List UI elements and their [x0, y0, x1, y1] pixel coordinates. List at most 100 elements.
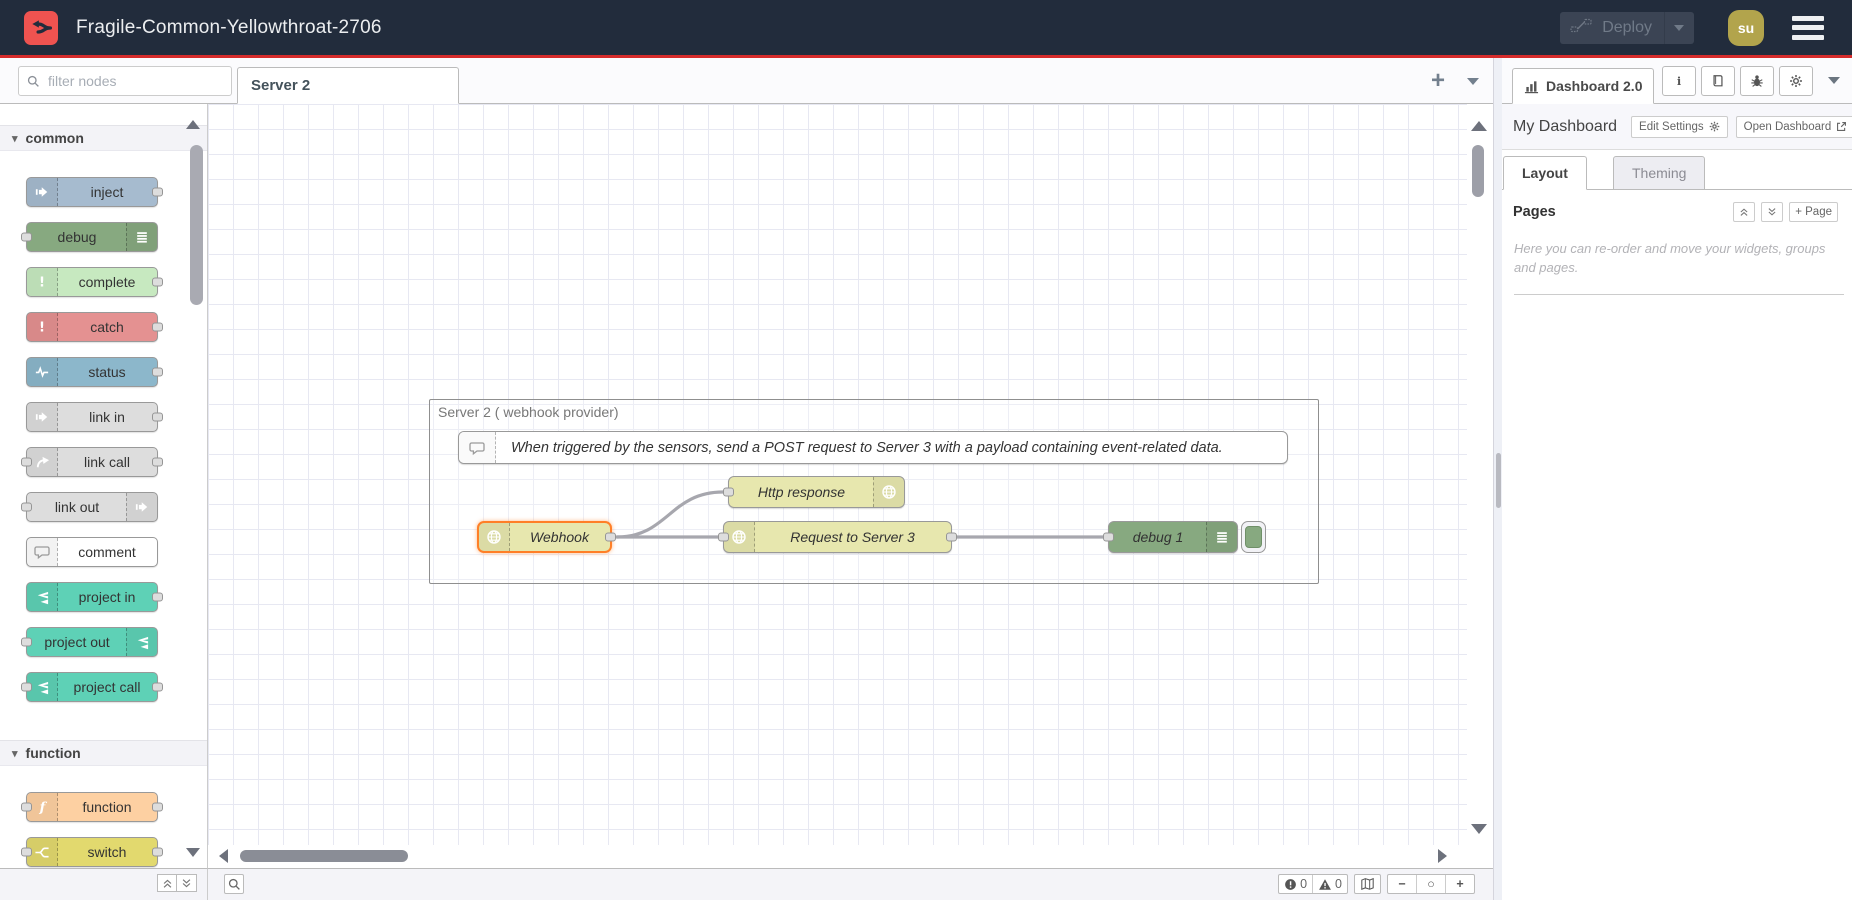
sidebar-tabs-caret-icon[interactable] [1828, 77, 1840, 84]
palette-node-link-call[interactable]: link call [26, 447, 158, 477]
exclam-icon: ! [27, 313, 58, 341]
node-webhook[interactable]: Webhook [477, 521, 612, 553]
info-tab-button[interactable]: i [1662, 66, 1696, 96]
help-tab-button[interactable] [1701, 66, 1735, 96]
project-icon [27, 583, 58, 611]
minimap-button[interactable] [1355, 875, 1380, 893]
node-label: debug 1 [1109, 522, 1207, 552]
palette-node-complete[interactable]: !complete [26, 267, 158, 297]
map-icon [1360, 877, 1375, 891]
input-port[interactable] [718, 533, 729, 542]
palette-node-function[interactable]: ffunction [26, 792, 158, 822]
node-http-response[interactable]: Http response [728, 476, 905, 508]
flow-list-caret-icon[interactable] [1467, 78, 1479, 85]
canvas-scroll-left-arrow[interactable] [219, 849, 228, 863]
add-page-button[interactable]: + Page [1789, 202, 1838, 222]
input-port [21, 683, 32, 692]
input-port [21, 233, 32, 242]
flow-canvas[interactable]: Server 2 ( webhook provider) When trigge… [208, 104, 1467, 845]
output-port [152, 278, 163, 287]
status-icon [27, 358, 58, 386]
debug-tab-button[interactable] [1740, 66, 1774, 96]
book-icon [1711, 74, 1725, 88]
input-port [21, 638, 32, 647]
input-port [21, 803, 32, 812]
palette-expand-all-button[interactable] [177, 874, 197, 892]
palette-scrollbar-thumb[interactable] [190, 145, 203, 305]
config-tab-button[interactable] [1779, 66, 1813, 96]
palette-node-inject[interactable]: inject [26, 177, 158, 207]
pages-section-header: Pages + Page [1502, 198, 1852, 232]
zoom-out-button[interactable]: − [1388, 875, 1416, 893]
palette-category-common[interactable]: ▾common [0, 125, 207, 151]
user-avatar[interactable]: su [1728, 10, 1764, 46]
node-label: Request to Server 3 [754, 522, 951, 552]
gear-icon [1709, 121, 1720, 132]
node-request-to-server-3[interactable]: Request to Server 3 [723, 521, 952, 553]
add-flow-button[interactable]: + [1431, 69, 1445, 93]
sidebar-tab-dashboard[interactable]: Dashboard 2.0 [1512, 68, 1654, 104]
palette-node-link-in[interactable]: link in [26, 402, 158, 432]
error-counter[interactable]: 0 [1279, 875, 1312, 893]
palette-filter-input[interactable] [46, 72, 210, 90]
palette-node-link-out[interactable]: link out [26, 492, 158, 522]
node-debug-1[interactable]: debug 1 [1108, 521, 1238, 553]
link-icon [27, 403, 58, 431]
open-dashboard-button[interactable]: Open Dashboard [1736, 116, 1852, 138]
palette-node-switch[interactable]: switch [26, 837, 158, 867]
move-page-down-button[interactable] [1761, 202, 1783, 222]
palette-category-function[interactable]: ▾function [0, 740, 207, 766]
palette-node-catch[interactable]: !catch [26, 312, 158, 342]
canvas-scroll-right-arrow[interactable] [1438, 849, 1447, 863]
output-port[interactable] [946, 533, 957, 542]
palette-node-comment[interactable]: comment [26, 537, 158, 567]
move-page-up-button[interactable] [1733, 202, 1755, 222]
warning-counter[interactable]: 0 [1312, 875, 1347, 893]
workspace-tab-server-2[interactable]: Server 2 [237, 67, 459, 104]
palette-node-project-out[interactable]: project out [26, 627, 158, 657]
comment-node[interactable]: When triggered by the sensors, send a PO… [458, 431, 1288, 464]
input-port[interactable] [723, 488, 734, 497]
canvas-vscrollbar-thumb[interactable] [1472, 145, 1484, 197]
zoom-reset-button[interactable]: ○ [1416, 875, 1445, 893]
tab-layout[interactable]: Layout [1503, 156, 1587, 190]
zoom-in-button[interactable]: + [1445, 875, 1474, 893]
tab-theming[interactable]: Theming [1613, 156, 1705, 190]
palette-filter[interactable] [18, 66, 232, 96]
canvas-search-button[interactable] [224, 874, 244, 894]
chevron-double-down-icon [1767, 207, 1777, 217]
svg-text:i: i [1677, 74, 1682, 88]
palette-collapse-all-button[interactable] [157, 874, 177, 892]
canvas-hscrollbar-thumb[interactable] [240, 850, 408, 862]
svg-text:!: ! [39, 320, 45, 335]
output-port[interactable] [605, 533, 616, 542]
workspace-tab-bar: Server 2 + [0, 58, 1493, 104]
deploy-button[interactable]: Deploy [1560, 12, 1694, 44]
info-icon: i [1672, 74, 1686, 88]
main-menu-button[interactable] [1792, 16, 1824, 40]
palette-node-project-call[interactable]: project call [26, 672, 158, 702]
canvas-scroll-down-arrow[interactable] [1471, 824, 1487, 834]
input-port [21, 503, 32, 512]
palette-scroll-down-arrow[interactable] [186, 848, 200, 857]
edit-settings-button[interactable]: Edit Settings [1631, 116, 1728, 138]
app-logo-icon [24, 11, 58, 45]
notification-counters: 0 0 [1278, 874, 1348, 894]
canvas-scroll-up-arrow[interactable] [1471, 121, 1487, 131]
bar-chart-icon [1524, 79, 1539, 94]
chevron-double-up-icon [1739, 207, 1749, 217]
input-port[interactable] [1103, 533, 1114, 542]
sidebar-resize-grip[interactable] [1496, 453, 1501, 508]
palette-node-project-in[interactable]: project in [26, 582, 158, 612]
bug-icon [1750, 74, 1764, 88]
palette-node-debug[interactable]: debug [26, 222, 158, 252]
palette-scroll-up-arrow[interactable] [186, 120, 200, 129]
sidebar-separator[interactable] [1493, 58, 1502, 900]
deploy-options-caret-icon[interactable] [1674, 25, 1684, 31]
sidebar-tab-label: Dashboard 2.0 [1546, 78, 1642, 94]
debug-icon [126, 223, 157, 251]
zoom-controls: − ○ + [1387, 874, 1475, 894]
palette-node-status[interactable]: status [26, 357, 158, 387]
node-label: Http response [729, 477, 874, 507]
debug-enable-toggle[interactable] [1241, 521, 1266, 553]
